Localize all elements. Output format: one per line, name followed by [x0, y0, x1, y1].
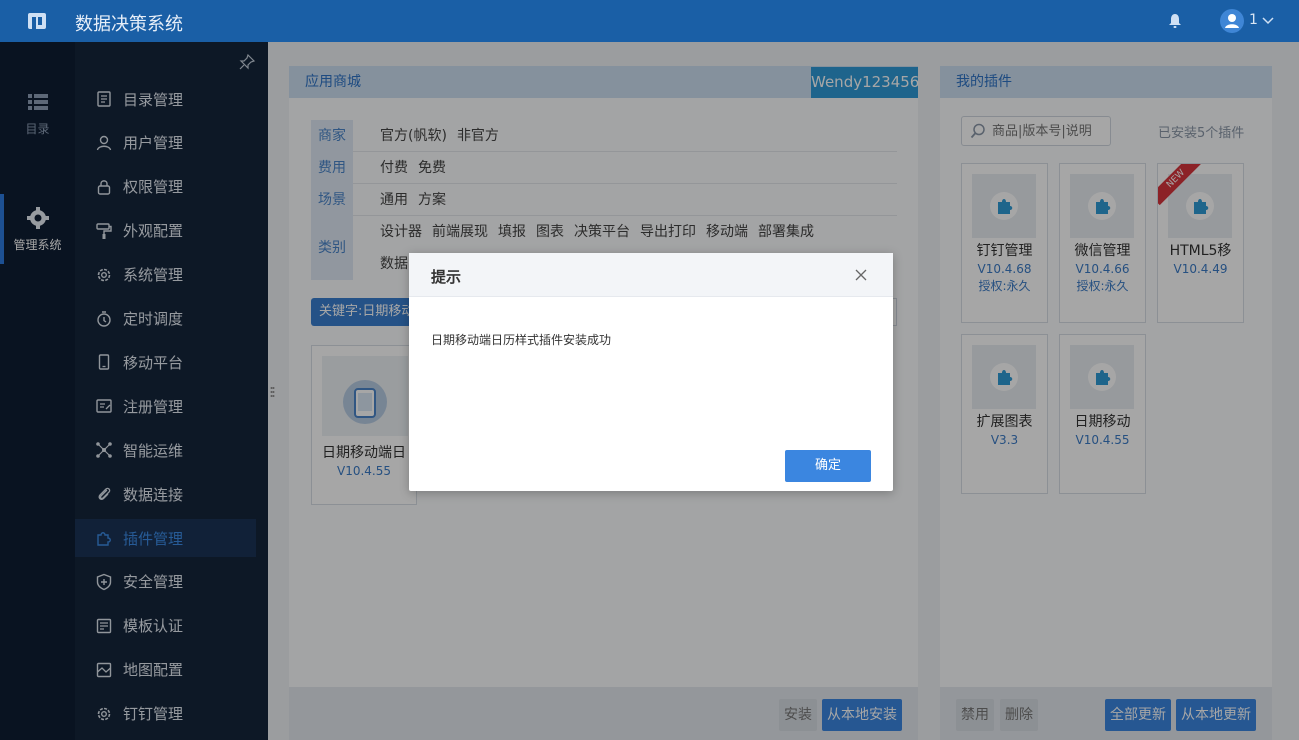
avatar[interactable] [1220, 9, 1244, 33]
top-bar: 数据决策系统 1 [0, 0, 1299, 42]
bell-icon[interactable] [1168, 13, 1182, 29]
dialog-title: 提示 [431, 268, 462, 286]
close-icon[interactable] [855, 269, 867, 281]
logo-icon [28, 13, 46, 29]
chevron-down-icon[interactable] [1262, 14, 1274, 26]
user-name[interactable]: 1 [1249, 12, 1258, 28]
app-title: 数据决策系统 [75, 14, 183, 35]
ok-button[interactable]: 确定 [785, 450, 871, 482]
alert-dialog: 提示 日期移动端日历样式插件安装成功 确定 [409, 253, 893, 491]
dialog-message: 日期移动端日历样式插件安装成功 [431, 333, 612, 347]
dialog-header: 提示 [409, 253, 893, 297]
